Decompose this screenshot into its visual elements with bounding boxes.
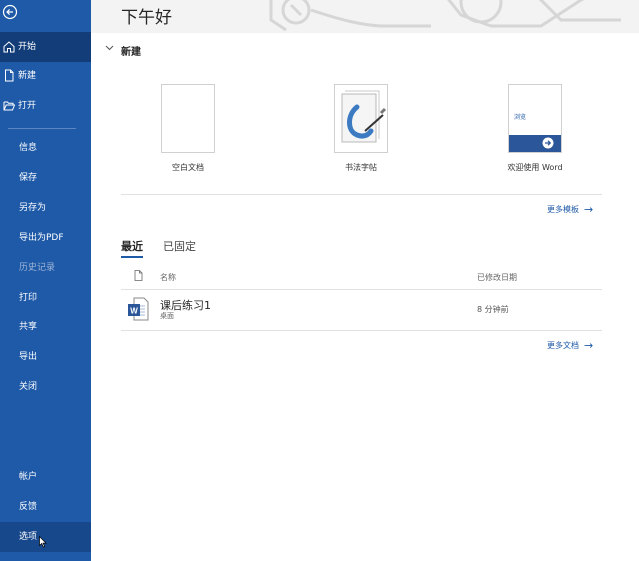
folder-open-icon bbox=[3, 101, 15, 111]
more-templates-link[interactable]: 更多模板 → bbox=[547, 203, 593, 216]
sidebar-item-home[interactable]: 开始 bbox=[0, 32, 91, 62]
template-name: 欢迎使用 Word bbox=[507, 163, 563, 172]
back-arrow-icon bbox=[2, 4, 18, 20]
template-blank-document[interactable]: 空白文档 bbox=[133, 84, 243, 173]
sidebar-divider bbox=[8, 128, 76, 129]
arrow-right-icon: → bbox=[584, 339, 594, 352]
greeting-text: 下午好 bbox=[121, 8, 172, 28]
column-header-name[interactable]: 名称 bbox=[160, 272, 176, 283]
row-divider bbox=[121, 330, 602, 331]
sidebar-item-print[interactable]: 打印 bbox=[0, 283, 91, 313]
backstage-sidebar: 开始 新建 打开 信息 保存 另存为 导出为PDF 历史记录 打印 共享 导出 … bbox=[0, 0, 91, 561]
template-thumbnail bbox=[161, 84, 215, 153]
template-name: 书法字帖 bbox=[345, 163, 377, 172]
circuit-decoration-icon bbox=[269, 0, 621, 32]
sidebar-item-close[interactable]: 关闭 bbox=[0, 372, 91, 402]
sidebar-item-account[interactable]: 帐户 bbox=[0, 462, 91, 492]
template-thumbnail: 浏览 bbox=[508, 84, 562, 153]
arrow-right-circle-icon bbox=[542, 137, 554, 149]
sidebar-item-open[interactable]: 打开 bbox=[0, 91, 91, 121]
word-doc-icon: W bbox=[128, 297, 149, 321]
template-name: 空白文档 bbox=[172, 163, 204, 172]
arrow-right-icon: → bbox=[584, 203, 594, 216]
sidebar-item-feedback[interactable]: 反馈 bbox=[0, 492, 91, 522]
sidebar-item-save-as[interactable]: 另存为 bbox=[0, 193, 91, 223]
template-thumbnail bbox=[334, 84, 388, 153]
tab-active-indicator bbox=[121, 256, 143, 258]
sidebar-item-label: 新建 bbox=[18, 71, 37, 81]
column-header-modified[interactable]: 已修改日期 bbox=[477, 272, 517, 283]
more-documents-link[interactable]: 更多文档 → bbox=[547, 339, 593, 352]
tab-pinned[interactable]: 已固定 bbox=[163, 238, 196, 254]
home-icon bbox=[3, 41, 15, 53]
sidebar-item-share[interactable]: 共享 bbox=[0, 312, 91, 342]
tab-recent[interactable]: 最近 bbox=[121, 238, 143, 258]
recent-file-row[interactable]: W 课后练习1 桌面 8 分钟前 bbox=[121, 293, 602, 329]
sidebar-item-label: 打开 bbox=[18, 101, 37, 111]
file-location: 桌面 bbox=[160, 312, 174, 320]
chevron-down-icon bbox=[105, 45, 114, 51]
new-section-title: 新建 bbox=[121, 47, 141, 58]
greeting-header: 下午好 bbox=[91, 0, 639, 33]
sidebar-item-save[interactable]: 保存 bbox=[0, 163, 91, 193]
sidebar-item-info[interactable]: 信息 bbox=[0, 133, 91, 163]
templates-divider bbox=[121, 194, 602, 195]
template-calligraphy[interactable]: 书法字帖 bbox=[306, 84, 416, 173]
svg-text:W: W bbox=[130, 307, 138, 316]
sidebar-item-export[interactable]: 导出 bbox=[0, 342, 91, 372]
file-modified-time: 8 分钟前 bbox=[477, 305, 509, 314]
new-section-header[interactable]: 新建 bbox=[105, 43, 141, 58]
mouse-cursor-icon bbox=[39, 536, 47, 548]
file-type-column-icon bbox=[134, 270, 143, 281]
back-button[interactable] bbox=[0, 0, 91, 28]
template-welcome-word[interactable]: 浏览 欢迎使用 Word bbox=[480, 84, 590, 173]
sidebar-item-history[interactable]: 历史记录 bbox=[0, 253, 91, 283]
calligraphy-brush-icon bbox=[341, 90, 387, 143]
sidebar-item-label: 开始 bbox=[18, 42, 37, 52]
sidebar-item-export-pdf[interactable]: 导出为PDF bbox=[0, 223, 91, 253]
header-divider bbox=[121, 289, 602, 290]
template-thumb-text: 浏览 bbox=[514, 114, 527, 121]
sidebar-item-new[interactable]: 新建 bbox=[0, 61, 91, 91]
new-doc-icon bbox=[5, 69, 14, 82]
